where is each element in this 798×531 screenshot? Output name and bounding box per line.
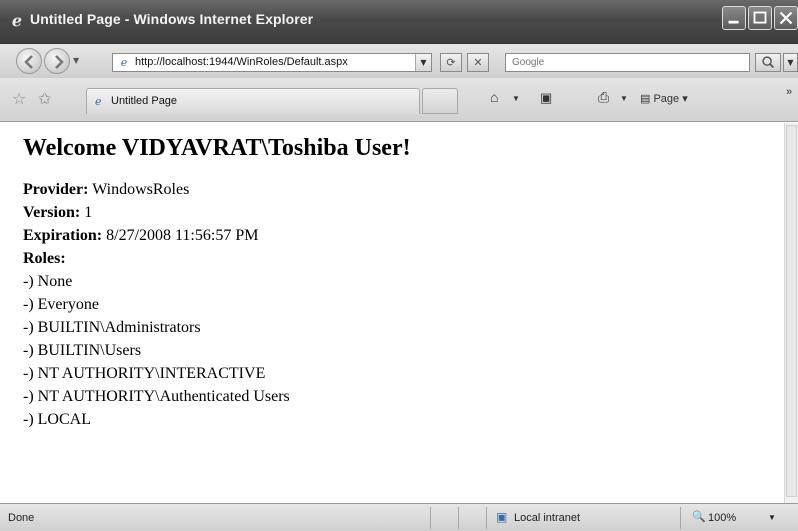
roles-label: Roles: [23, 250, 66, 267]
search-options-dropdown[interactable]: ▼ [783, 53, 798, 72]
stop-button[interactable]: ✕ [467, 53, 489, 72]
print-icon[interactable]: ⎙ [598, 89, 609, 106]
back-button[interactable] [16, 48, 42, 74]
tab-untitled-page[interactable]: ℯ Untitled Page [86, 88, 420, 114]
page-menu-icon: ▤ [640, 93, 651, 105]
refresh-button[interactable]: ⟳ [440, 53, 462, 72]
tab-bar: ☆ ✩ ℯ Untitled Page ⌂ ▼ ▣ ⎙ ▼ ▤ Page ▾ » [0, 78, 798, 122]
search-input[interactable] [512, 55, 742, 70]
status-divider [486, 507, 487, 529]
feeds-icon[interactable]: ▣ [540, 90, 552, 106]
refresh-icon: ⟳ [446, 56, 456, 69]
title-bar: ℯ Untitled Page - Windows Internet Explo… [0, 0, 798, 44]
role-item: -) None [23, 273, 73, 290]
role-item: -) BUILTIN\Users [23, 342, 142, 359]
page-heading: Welcome VIDYAVRAT\Toshiba User! [23, 135, 411, 161]
field-label: Provider: [23, 181, 89, 198]
address-url[interactable]: http://localhost:1944/WinRoles/Default.a… [135, 56, 348, 68]
navigation-bar: ▼ ℯ http://localhost:1944/WinRoles/Defau… [0, 44, 798, 78]
print-dropdown[interactable]: ▼ [620, 94, 628, 103]
page-icon: ℯ [95, 95, 102, 108]
address-bar[interactable]: ℯ http://localhost:1944/WinRoles/Default… [112, 53, 432, 72]
zoom-icon: 🔍 [692, 511, 706, 523]
zoom-level[interactable]: 100% [708, 512, 736, 524]
search-button[interactable] [755, 53, 781, 72]
vertical-scrollbar[interactable] [784, 123, 798, 503]
maximize-button[interactable] [748, 6, 772, 30]
role-item: -) NT AUTHORITY\INTERACTIVE [23, 365, 266, 382]
field-value: 8/27/2008 11:56:57 PM [106, 227, 259, 244]
close-icon [779, 11, 793, 25]
status-divider [430, 507, 431, 529]
status-bar: Done ▣ Local intranet 🔍 100% ▼ [0, 503, 798, 531]
scrollbar-thumb[interactable] [786, 125, 797, 497]
role-item: -) Everyone [23, 296, 99, 313]
version-line: Version: 1 [23, 201, 784, 224]
intranet-zone-icon: ▣ [496, 510, 508, 524]
role-item: -) LOCAL [23, 411, 91, 428]
search-box[interactable] [505, 53, 750, 72]
field-label: Expiration: [23, 227, 103, 244]
role-item: -) NT AUTHORITY\Authenticated Users [23, 388, 290, 405]
forward-button[interactable] [44, 48, 70, 74]
stop-icon: ✕ [473, 56, 483, 69]
field-value: WindowsRoles [92, 181, 190, 198]
page-content: Welcome VIDYAVRAT\Toshiba User! Provider… [0, 123, 784, 503]
add-favorite-icon[interactable]: ✩ [38, 89, 51, 108]
zoom-dropdown[interactable]: ▼ [768, 513, 776, 522]
expiration-line: Expiration: 8/27/2008 11:56:57 PM [23, 224, 784, 247]
provider-line: Provider: WindowsRoles [23, 178, 784, 201]
status-text: Done [8, 512, 35, 524]
new-tab-button[interactable] [422, 88, 458, 114]
address-dropdown[interactable]: ▼ [415, 54, 431, 71]
field-label: Version: [23, 204, 81, 221]
recent-pages-dropdown[interactable]: ▼ [73, 56, 79, 65]
field-value: 1 [84, 204, 93, 221]
tab-label: Untitled Page [111, 95, 178, 107]
home-dropdown[interactable]: ▼ [512, 94, 520, 103]
magnifier-icon [762, 56, 775, 69]
minimize-icon [728, 20, 739, 24]
window-title: Untitled Page - Windows Internet Explore… [30, 11, 314, 27]
minimize-button[interactable] [722, 6, 746, 30]
favorites-center-icon[interactable]: ☆ [12, 89, 26, 108]
back-arrow-icon [24, 55, 33, 69]
home-icon[interactable]: ⌂ [490, 89, 498, 105]
status-divider [458, 507, 459, 529]
page-menu[interactable]: ▤ Page ▾ [640, 92, 688, 105]
page-icon: ℯ [120, 56, 128, 69]
toolbar-overflow-button[interactable]: » [786, 86, 792, 98]
ie-icon: ℯ [11, 11, 23, 30]
close-button[interactable] [774, 6, 798, 30]
security-zone[interactable]: Local intranet [514, 512, 580, 524]
maximize-icon [753, 11, 767, 24]
status-divider [680, 507, 681, 529]
forward-arrow-icon [55, 55, 64, 69]
role-item: -) BUILTIN\Administrators [23, 319, 201, 336]
